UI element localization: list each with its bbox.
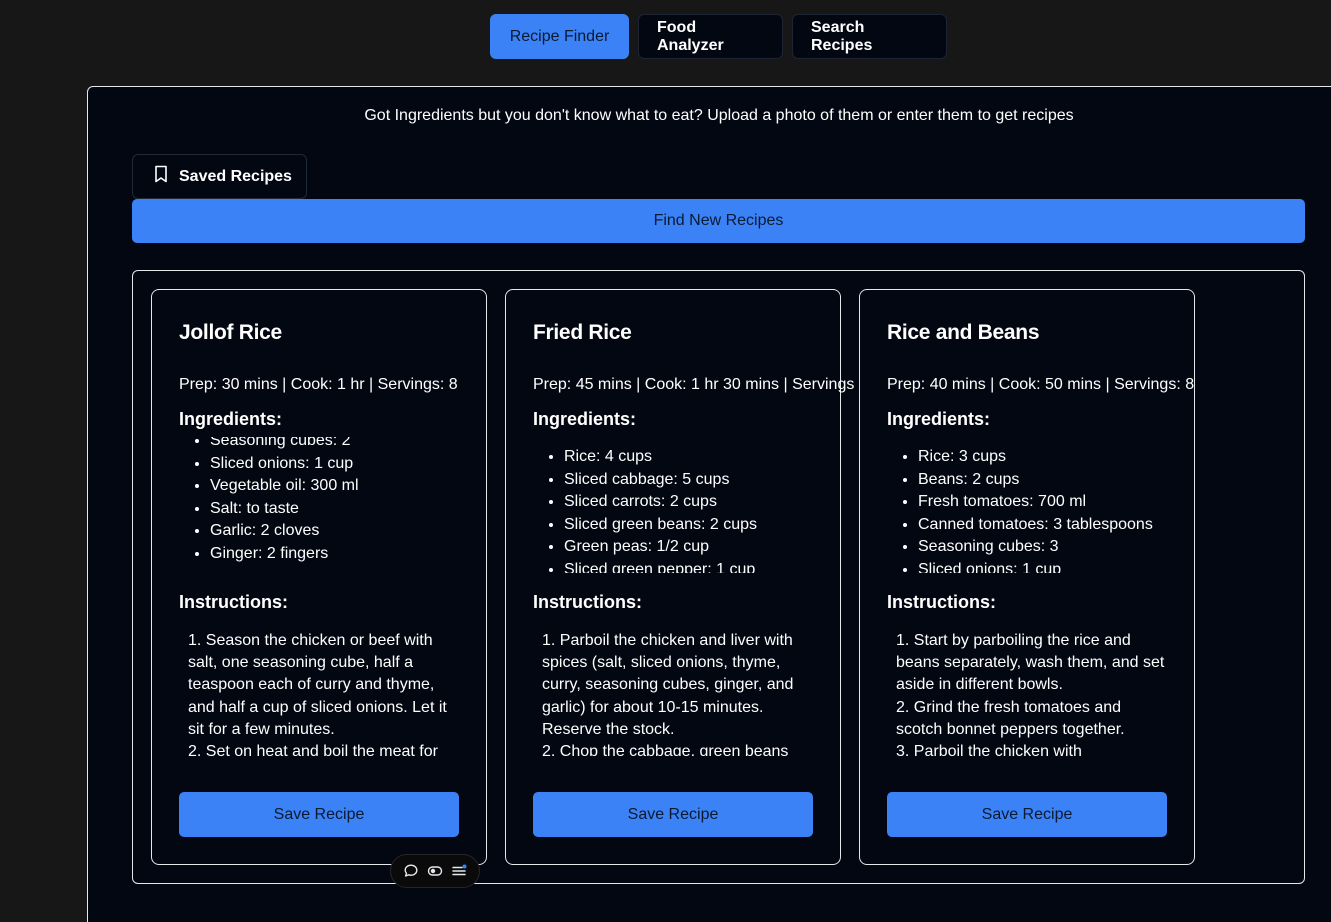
toggle-icon[interactable] [427, 863, 443, 879]
saved-recipes-label: Saved Recipes [179, 167, 292, 185]
ingredient-item: Rice: 4 cups [564, 446, 813, 469]
recipe-card: Jollof Rice Prep: 30 mins | Cook: 1 hr |… [151, 289, 487, 865]
recipe-meta: Prep: 30 mins | Cook: 1 hr | Servings: 8 [179, 376, 458, 393]
instruction-step: 1. Parboil the chicken and liver with sp… [542, 632, 794, 738]
recipe-title: Jollof Rice [179, 321, 282, 344]
ingredients-heading: Ingredients: [179, 409, 283, 429]
recipe-title: Fried Rice [533, 321, 632, 344]
menu-icon[interactable] [451, 863, 467, 879]
ingredients-heading: Ingredients: [533, 409, 637, 429]
instructions-scroll[interactable]: 1. Season the chicken or beef with salt,… [179, 630, 459, 756]
ingredient-item: Sliced carrots: 2 cups [564, 491, 813, 514]
instruction-step: 3. Parboil the chicken with [896, 743, 1082, 756]
ingredient-item: Sliced green pepper: 1 cup [564, 559, 813, 574]
floating-toolbar [390, 854, 480, 888]
ingredient-item: Garlic: 2 cloves [210, 520, 459, 543]
ingredient-item: Salt: to taste [210, 498, 459, 521]
recipe-meta: Prep: 45 mins | Cook: 1 hr 30 mins | Ser… [533, 376, 855, 393]
ingredients-scroll[interactable]: Rice: 4 cups Sliced cabbage: 5 cups Slic… [533, 437, 813, 573]
recipe-card: Fried Rice Prep: 45 mins | Cook: 1 hr 30… [505, 289, 854, 865]
instructions-scroll[interactable]: 1. Start by parboiling the rice and bean… [887, 630, 1167, 756]
bookmark-icon [153, 165, 169, 188]
ingredients-scroll[interactable]: Seasoning cubes: 2 Sliced onions: 1 cup … [179, 437, 459, 573]
ingredient-item: Rice: 3 cups [918, 446, 1167, 469]
instruction-step: 1. Start by parboiling the rice and bean… [896, 632, 1165, 694]
ingredients-heading: Ingredients: [887, 409, 991, 429]
recipe-card: Rice and Beans Prep: 40 mins | Cook: 50 … [859, 289, 1195, 865]
instruction-step: 2. Grind the fresh tomatoes and scotch b… [896, 698, 1125, 738]
instructions-heading: Instructions: [533, 592, 643, 612]
save-recipe-button[interactable]: Save Recipe [533, 792, 813, 837]
recipe-finder-panel: Got Ingredients but you don't know what … [87, 86, 1331, 922]
tab-food-analyzer[interactable]: Food Analyzer [638, 14, 783, 59]
ingredient-item: Beans: 2 cups [918, 469, 1167, 492]
ingredient-item: Seasoning cubes: 3 [918, 536, 1167, 559]
ingredient-item: Sliced onions: 1 cup [918, 559, 1167, 574]
instructions-heading: Instructions: [887, 592, 997, 612]
instruction-step: 2. Set on heat and boil the meat for [188, 743, 438, 756]
ingredient-item: Seasoning cubes: 2 [210, 437, 459, 453]
ingredient-item: Sliced cabbage: 5 cups [564, 469, 813, 492]
saved-recipes-button[interactable]: Saved Recipes [132, 154, 307, 199]
recipe-results: Jollof Rice Prep: 30 mins | Cook: 1 hr |… [132, 270, 1305, 884]
instruction-step: 2. Chop the cabbage, green beans [542, 743, 789, 756]
instructions-heading: Instructions: [179, 592, 289, 612]
recipe-title: Rice and Beans [887, 321, 1040, 344]
tab-recipe-finder[interactable]: Recipe Finder [490, 14, 629, 59]
ingredient-item: Fresh tomatoes: 700 ml [918, 491, 1167, 514]
tagline: Got Ingredients but you don't know what … [364, 107, 1074, 124]
save-recipe-button[interactable]: Save Recipe [887, 792, 1167, 837]
ingredient-item: Vegetable oil: 300 ml [210, 475, 459, 498]
save-recipe-button[interactable]: Save Recipe [179, 792, 459, 837]
tab-bar: Recipe Finder Food Analyzer Search Recip… [490, 14, 947, 59]
ingredient-item: Sliced green beans: 2 cups [564, 514, 813, 537]
ingredient-item: Ginger: 2 fingers [210, 543, 459, 566]
comment-icon[interactable] [403, 863, 419, 879]
recipe-meta: Prep: 40 mins | Cook: 50 mins | Servings… [887, 376, 1195, 393]
instruction-step: 1. Season the chicken or beef with salt,… [188, 632, 447, 738]
ingredient-item: Canned tomatoes: 3 tablespoons [918, 514, 1167, 537]
ingredient-item: Green peas: 1/2 cup [564, 536, 813, 559]
ingredient-item: Sliced onions: 1 cup [210, 453, 459, 476]
tab-search-recipes[interactable]: Search Recipes [792, 14, 947, 59]
ingredients-scroll[interactable]: Rice: 3 cups Beans: 2 cups Fresh tomatoe… [887, 437, 1167, 573]
instructions-scroll[interactable]: 1. Parboil the chicken and liver with sp… [533, 630, 813, 756]
find-new-recipes-button[interactable]: Find New Recipes [132, 199, 1305, 243]
